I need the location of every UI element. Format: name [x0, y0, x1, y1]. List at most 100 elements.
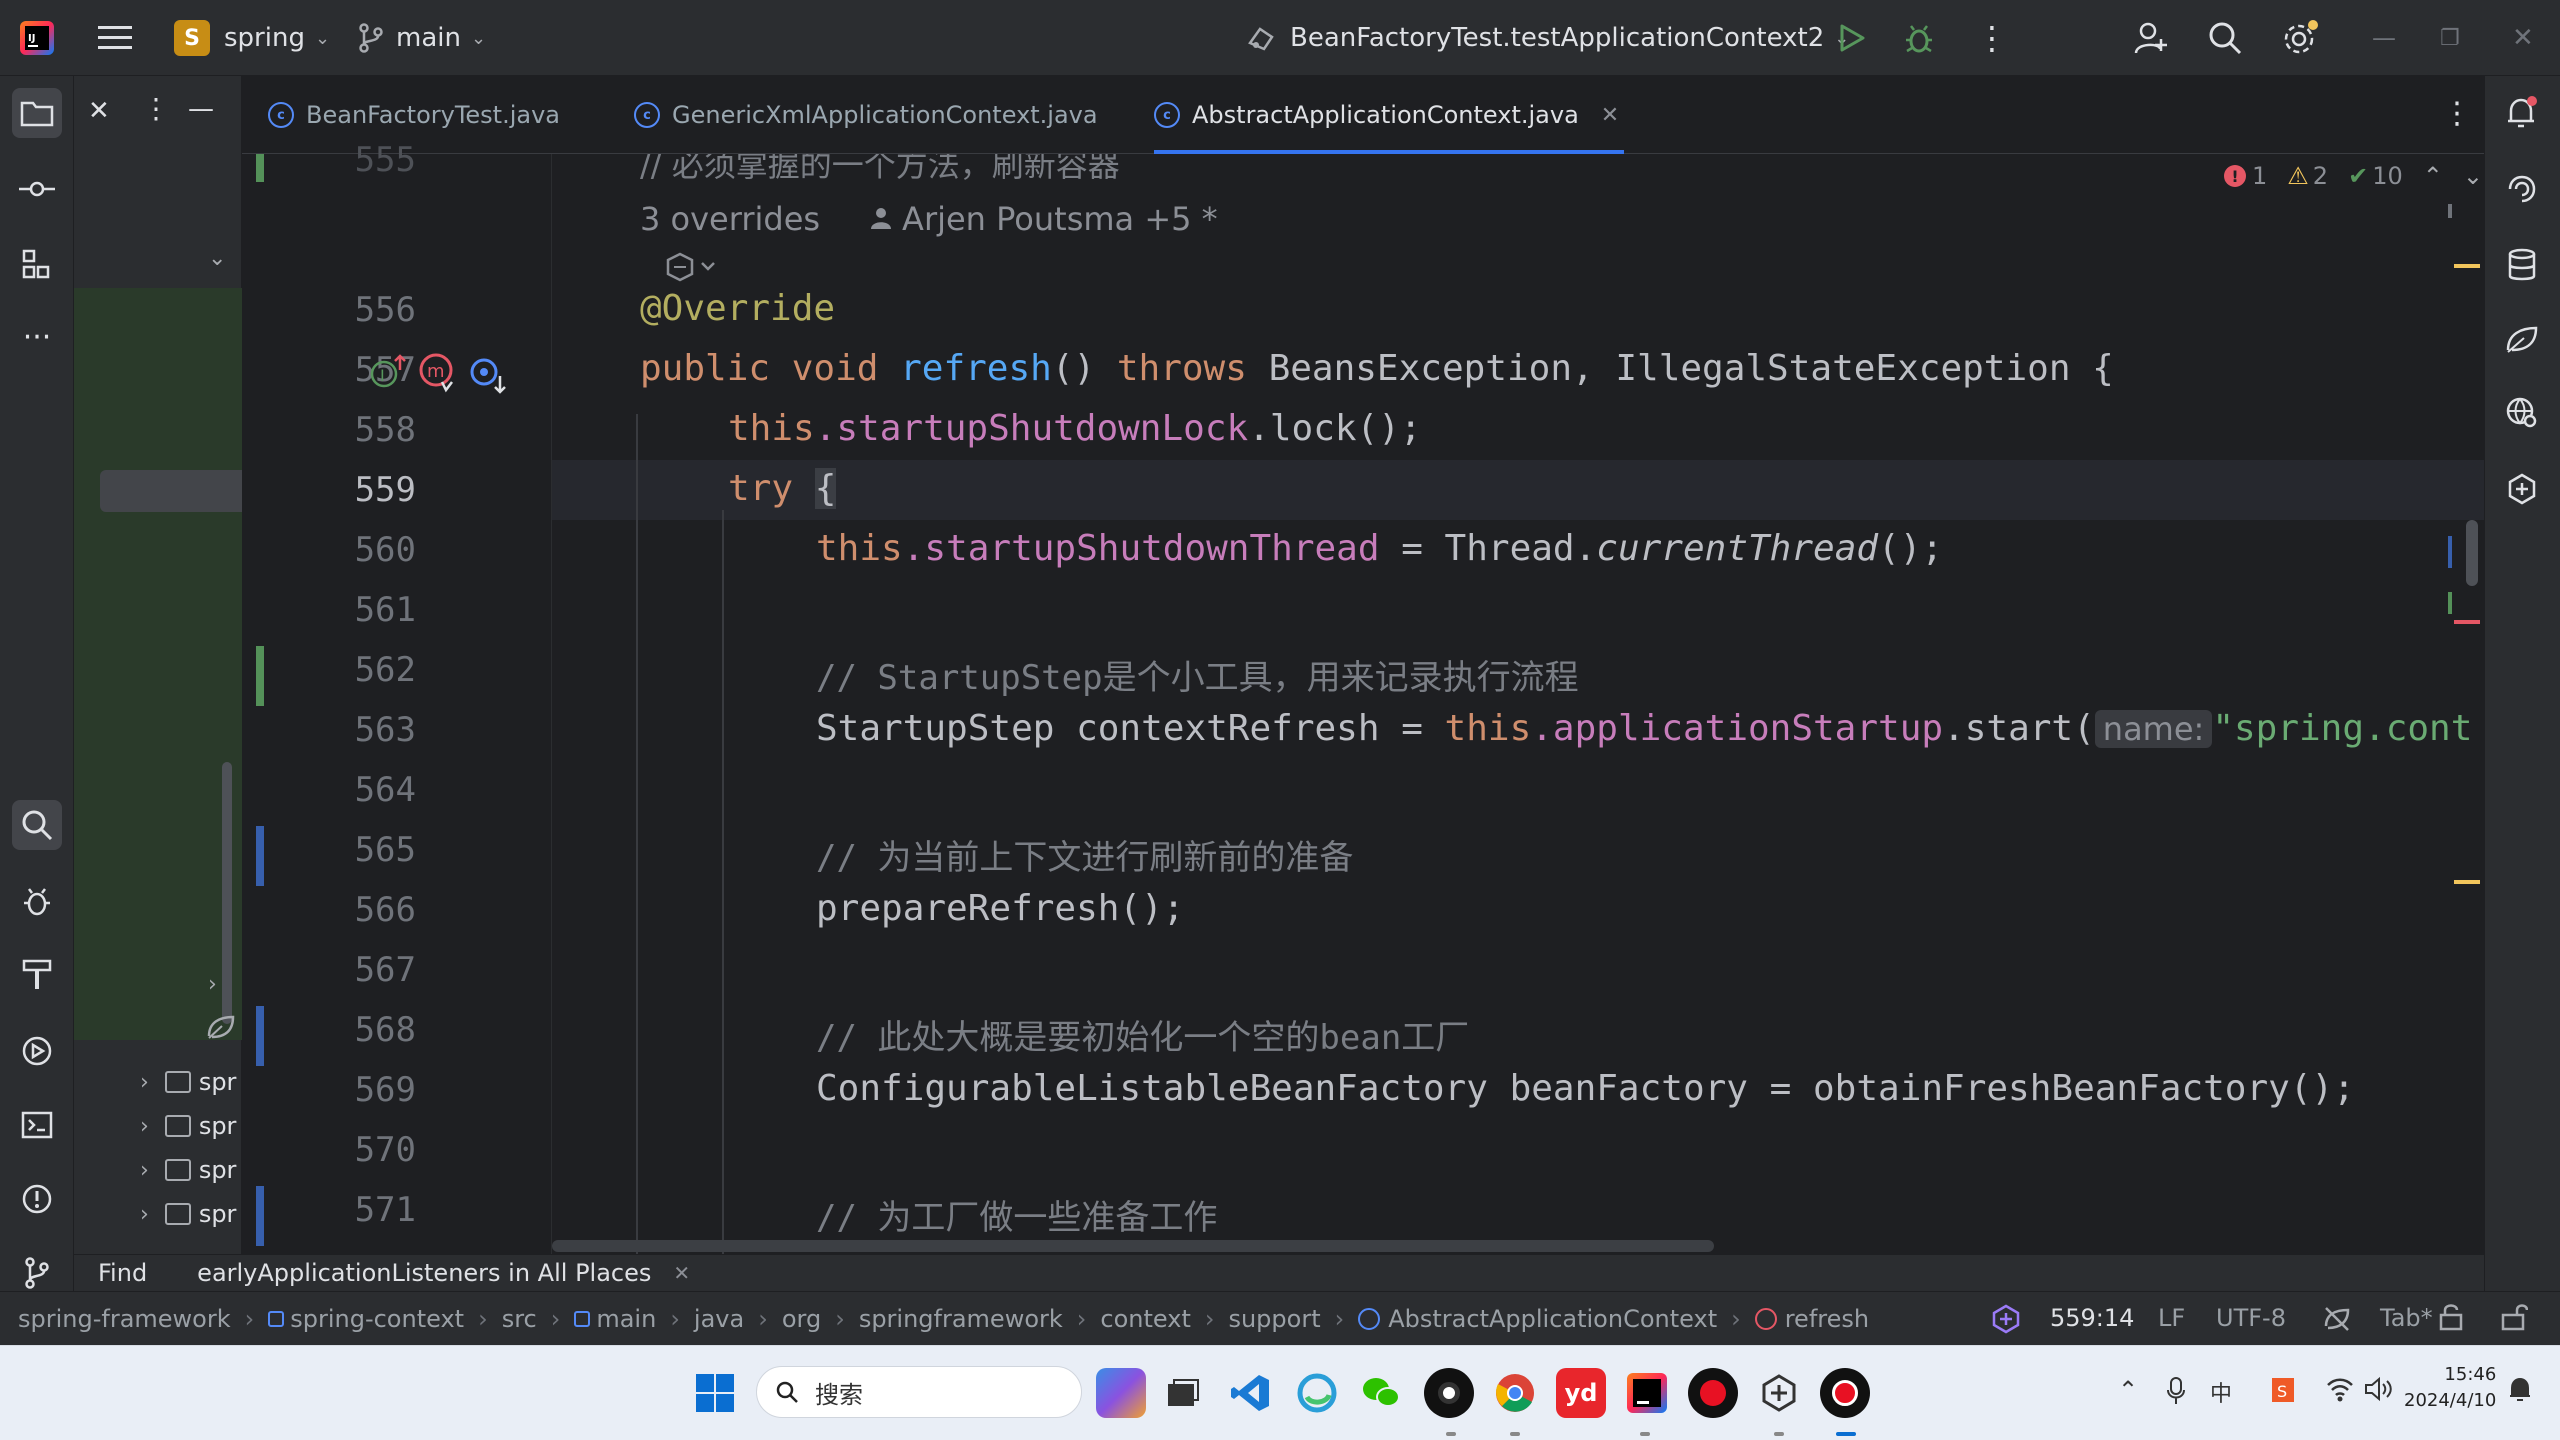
vcs-change-marker[interactable] [256, 1006, 264, 1066]
vcs-change-marker[interactable] [256, 826, 264, 886]
code-editor[interactable]: // 必须掌握的一个方法，刷新容器 3 overrides Arjen Pout… [552, 154, 2484, 1254]
breadcrumb-item[interactable]: src [502, 1305, 537, 1333]
wechat-app-icon[interactable] [1356, 1368, 1406, 1418]
breadcrumb-item[interactable]: springframework [859, 1305, 1063, 1333]
breadcrumb-item[interactable]: spring-context [290, 1305, 464, 1333]
endpoints-icon[interactable] [2497, 388, 2547, 438]
camera-app-icon[interactable] [1424, 1368, 1474, 1418]
search-everywhere-icon[interactable] [2208, 0, 2242, 76]
screen-record-app-icon[interactable] [1820, 1368, 1870, 1418]
warning-marker[interactable] [2454, 264, 2480, 268]
chevron-up-icon[interactable]: ⌃ [2118, 1376, 2138, 1404]
inspection-widget[interactable]: ! 1 ⚠ 2 ✔ 10 ⌃ ⌄ [2224, 162, 2483, 190]
ai-assistant-icon[interactable] [664, 250, 720, 288]
find-tool-icon[interactable] [12, 800, 62, 850]
project-selector[interactable]: S spring ⌄ [174, 0, 330, 76]
tree-item[interactable]: › spr [140, 1060, 236, 1104]
close-window-button[interactable]: ✕ [2512, 0, 2534, 76]
tree-item[interactable]: › spr [140, 1148, 236, 1192]
services-tool-icon[interactable] [12, 1026, 62, 1076]
tab-genericxmlapplicationcontext[interactable]: c GenericXmlApplicationContext.java [634, 76, 1134, 154]
file-encoding[interactable]: UTF-8 [2216, 1304, 2286, 1332]
chevron-up-icon[interactable]: ⌃ [2423, 162, 2443, 190]
unlock-icon[interactable] [2500, 1302, 2529, 1338]
implements-gutter-icon[interactable]: I [370, 354, 410, 394]
project-tool-icon[interactable] [12, 88, 62, 138]
clock[interactable]: 15:46 2024/4/10 [2404, 1362, 2496, 1414]
warning-marker[interactable] [2454, 880, 2480, 884]
debug-button[interactable] [1904, 0, 1934, 76]
overrides-hint[interactable]: 3 overrides [640, 200, 820, 238]
notifications-icon[interactable] [2497, 88, 2547, 138]
volume-icon[interactable] [2364, 1376, 2394, 1406]
notification-bell-icon[interactable] [2508, 1376, 2532, 1408]
line-separator[interactable]: LF [2158, 1304, 2185, 1332]
tab-options-icon[interactable]: ⋮ [2442, 96, 2472, 131]
settings-icon[interactable] [2282, 0, 2318, 76]
file-lock-icon[interactable] [2438, 1302, 2466, 1338]
close-tab-icon[interactable]: ✕ [673, 1261, 690, 1285]
sogou-icon[interactable]: S [2268, 1374, 2298, 1410]
microphone-icon[interactable] [2166, 1376, 2186, 1410]
wifi-icon[interactable] [2326, 1376, 2354, 1406]
caret-position[interactable]: 559:14 [2050, 1304, 2134, 1332]
chevron-right-icon[interactable]: › [208, 972, 217, 997]
error-marker[interactable] [2454, 620, 2480, 624]
collapse-all-icon[interactable]: ✕ [88, 96, 110, 126]
youdao-app-icon[interactable]: yd [1556, 1368, 1606, 1418]
branch-selector[interactable]: main ⌄ [358, 0, 486, 76]
taskbar-search-box[interactable]: 搜索 [756, 1366, 1082, 1418]
breadcrumb-item[interactable]: spring-framework [18, 1305, 231, 1333]
panel-options-icon[interactable]: ⋮ [142, 92, 170, 125]
breadcrumb-item[interactable]: java [694, 1305, 744, 1333]
breadcrumb-item[interactable]: AbstractApplicationContext [1388, 1305, 1717, 1333]
hide-panel-icon[interactable]: — [188, 94, 214, 124]
chevron-down-icon[interactable]: ⌄ [208, 246, 226, 271]
breadcrumb-item[interactable]: context [1100, 1305, 1190, 1333]
spring-tool-icon[interactable] [2497, 314, 2547, 364]
task-view-icon[interactable] [1158, 1368, 1208, 1418]
chrome-app-icon[interactable] [1490, 1368, 1540, 1418]
vcs-change-marker[interactable] [256, 154, 264, 182]
more-actions-icon[interactable]: ⋮ [1976, 0, 2008, 76]
breadcrumb-item[interactable]: refresh [1785, 1305, 1869, 1333]
tab-abstractapplicationcontext[interactable]: c AbstractApplicationContext.java ✕ [1154, 76, 1624, 154]
database-icon[interactable] [2497, 240, 2547, 290]
find-results-tab[interactable]: earlyApplicationListeners in All Places [197, 1259, 651, 1287]
ai-tool-app-icon[interactable] [1754, 1368, 1804, 1418]
windows-start-icon[interactable] [696, 1374, 734, 1416]
restore-button[interactable]: ❐ [2440, 0, 2460, 76]
ime-indicator[interactable]: 中 [2210, 1376, 2232, 1408]
ai-assistant-tool-icon[interactable] [2497, 164, 2547, 214]
tree-item[interactable]: › spr [140, 1192, 236, 1236]
debug-tool-icon[interactable] [12, 876, 62, 926]
tree-item[interactable]: › spr [140, 1104, 236, 1148]
more-tools-icon[interactable]: ··· [12, 312, 62, 362]
authors-hint[interactable]: Arjen Poutsma +5 * [902, 200, 1218, 238]
no-highlighting-icon[interactable] [2322, 1304, 2352, 1340]
app-logo[interactable]: IJ [20, 0, 54, 76]
breadcrumb-item[interactable]: main [596, 1305, 656, 1333]
terminal-tool-icon[interactable] [12, 1100, 62, 1150]
run-config-selector[interactable]: BeanFactoryTest.testApplicationContext2 … [1246, 0, 1849, 76]
close-tab-icon[interactable]: ✕ [1601, 103, 1619, 128]
run-button[interactable] [1838, 0, 1866, 76]
problems-tool-icon[interactable] [12, 1174, 62, 1224]
vertical-scrollbar[interactable] [2466, 520, 2478, 586]
horizontal-scrollbar[interactable] [552, 1240, 1714, 1252]
plugin-tool-icon[interactable] [2497, 464, 2547, 514]
build-tool-icon[interactable] [12, 950, 62, 1000]
breadcrumb-item[interactable]: support [1228, 1305, 1320, 1333]
ai-status-icon[interactable] [1990, 1304, 2022, 1340]
recorder-app-icon[interactable] [1688, 1368, 1738, 1418]
vscode-app-icon[interactable] [1226, 1368, 1276, 1418]
minimize-button[interactable]: — [2372, 0, 2396, 76]
main-menu-icon[interactable] [98, 0, 132, 76]
indent-setting[interactable]: Tab* [2380, 1304, 2433, 1332]
commit-tool-icon[interactable] [12, 164, 62, 214]
overridden-gutter-icon[interactable]: m [416, 352, 458, 398]
edge-app-icon[interactable] [1292, 1368, 1342, 1418]
selected-tree-row[interactable] [100, 470, 242, 512]
structure-tool-icon[interactable] [12, 240, 62, 290]
vcs-change-marker[interactable] [256, 1186, 264, 1246]
